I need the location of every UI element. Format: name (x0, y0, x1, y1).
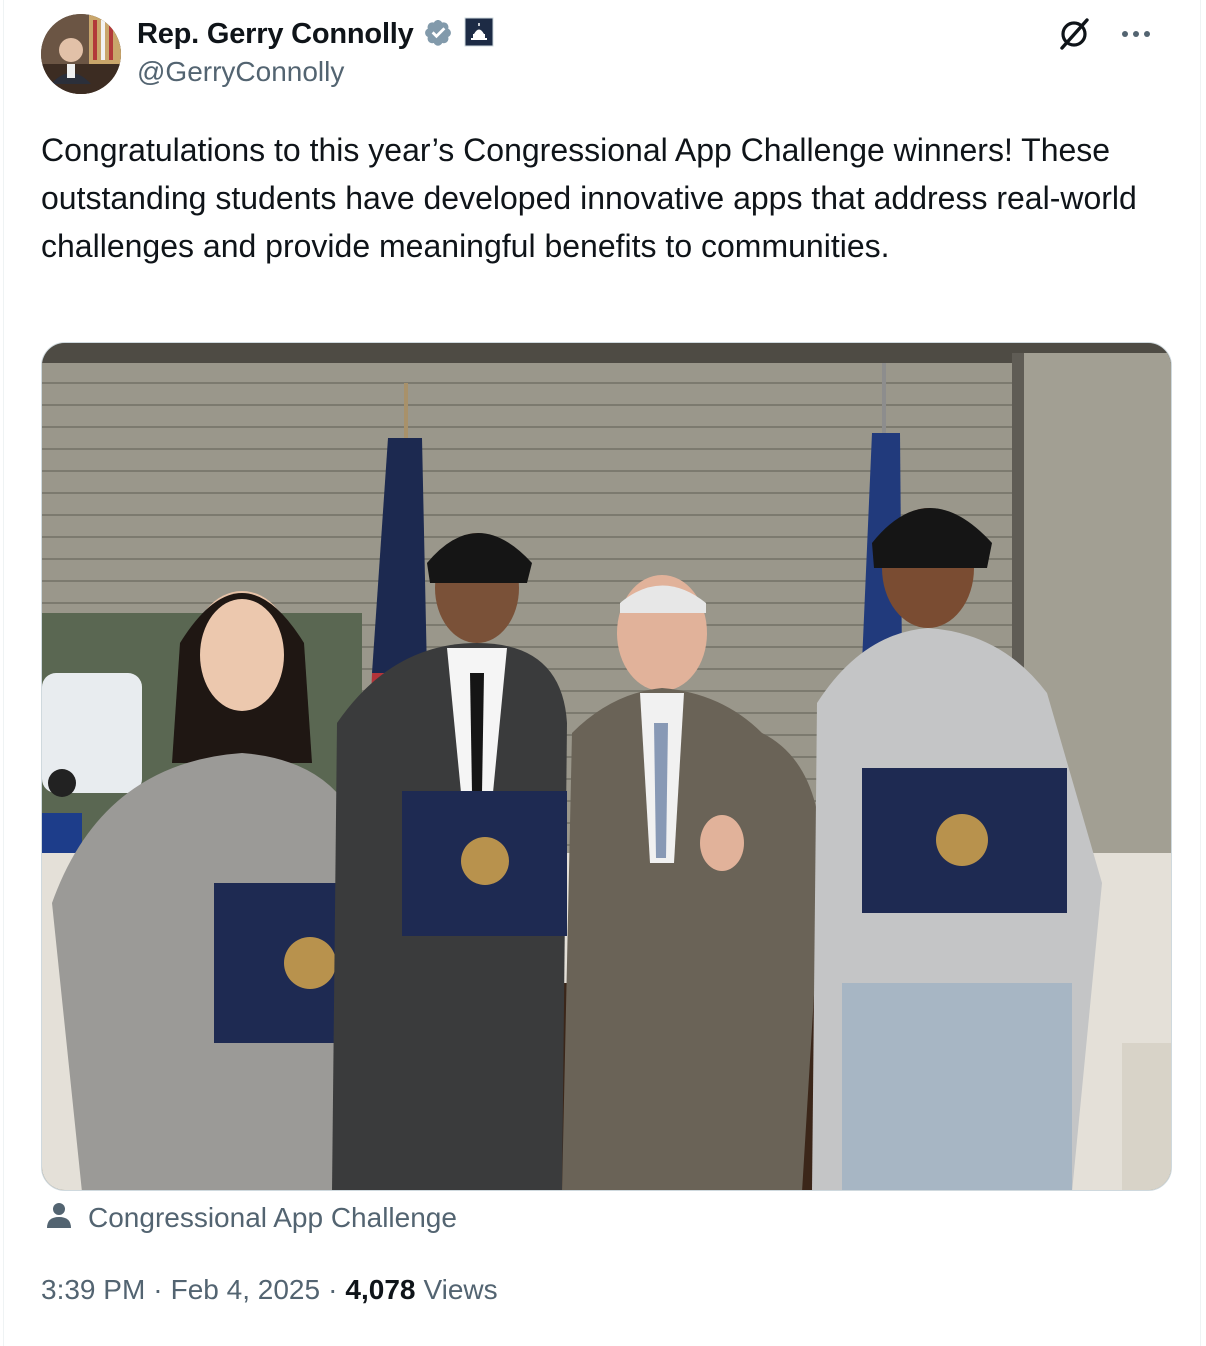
person-icon (44, 1200, 74, 1235)
avatar[interactable] (41, 14, 121, 94)
tweet-text: Congratulations to this year’s Congressi… (41, 132, 1146, 264)
tweet-date[interactable]: Feb 4, 2025 (171, 1274, 320, 1306)
more-icon[interactable] (1116, 14, 1156, 54)
meta-separator-2: · (328, 1274, 338, 1305)
verified-badge-icon (422, 15, 456, 54)
views-label[interactable]: Views (423, 1274, 497, 1306)
media-tag[interactable]: Congressional App Challenge (44, 1200, 457, 1235)
tagged-account-label[interactable]: Congressional App Challenge (88, 1202, 457, 1234)
tweet-card: Rep. Gerry Connolly @GerryConnolly Congr… (3, 0, 1201, 1346)
author-handle[interactable]: @GerryConnolly (137, 56, 344, 88)
author-name[interactable]: Rep. Gerry Connolly (137, 18, 414, 51)
grok-icon[interactable] (1054, 14, 1094, 54)
author-name-row: Rep. Gerry Connolly (137, 14, 494, 54)
photo-content (42, 343, 1171, 1190)
meta-separator: · (153, 1274, 163, 1305)
tweet-meta: 3:39 PM · Feb 4, 2025 · 4,078 Views (41, 1274, 498, 1306)
avatar-image (41, 14, 121, 94)
tweet-actions (1054, 14, 1156, 54)
tweet-time[interactable]: 3:39 PM (41, 1274, 145, 1306)
capitol-badge-icon[interactable] (464, 17, 494, 52)
tweet-photo[interactable] (41, 342, 1172, 1191)
views-count[interactable]: 4,078 (345, 1274, 415, 1306)
